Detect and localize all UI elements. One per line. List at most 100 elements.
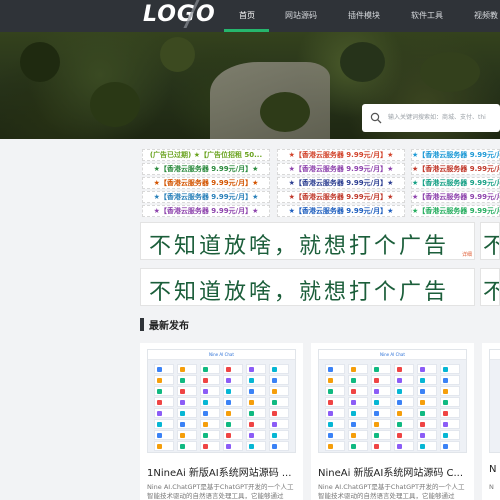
thumb-tile bbox=[177, 364, 197, 374]
thumb-tile bbox=[246, 441, 266, 451]
thumb-tile-icon bbox=[328, 367, 333, 372]
thumb-tile bbox=[394, 408, 414, 418]
nav-plugins[interactable]: 插件模块 bbox=[348, 0, 380, 32]
thumb-tile bbox=[269, 386, 289, 396]
thumb-tile-icon bbox=[328, 389, 333, 394]
thumb-tile-icon bbox=[420, 422, 425, 427]
post-title[interactable]: NineAi 新版AI系统网站源码 C... bbox=[318, 464, 468, 479]
thumb-tile bbox=[371, 375, 391, 385]
text-ad-link[interactable]: ★【香港云服务器 9.99元/月 bbox=[411, 205, 500, 217]
thumb-tile bbox=[246, 375, 266, 385]
thumb-tile-icon bbox=[351, 433, 356, 438]
thumb-tile-icon bbox=[203, 389, 208, 394]
thumb-tile bbox=[269, 441, 289, 451]
thumb-tile bbox=[348, 364, 368, 374]
thumb-tile-icon bbox=[203, 400, 208, 405]
thumb-tile-icon bbox=[420, 433, 425, 438]
search-icon[interactable] bbox=[370, 112, 382, 124]
thumb-tile-icon bbox=[420, 400, 425, 405]
text-ad-link[interactable]: ★【香港云服务器 9.99元/月】★ bbox=[277, 205, 405, 217]
thumb-tile-icon bbox=[203, 433, 208, 438]
thumb-tile bbox=[417, 397, 437, 407]
thumb-tile bbox=[269, 408, 289, 418]
thumb-tile bbox=[223, 408, 243, 418]
site-logo[interactable]: LOGO bbox=[143, 2, 216, 27]
banner-ad-tag[interactable]: 详细 bbox=[462, 251, 472, 258]
thumb-tile-icon bbox=[157, 367, 162, 372]
thumb-tile bbox=[325, 441, 345, 451]
search-box[interactable]: 输入关键词搜索如：商城、支付、thi bbox=[362, 104, 500, 132]
thumb-tile-icon bbox=[420, 411, 425, 416]
thumb-tile-icon bbox=[249, 411, 254, 416]
text-ad-link[interactable]: ★【香港云服务器 9.99元/月】★ bbox=[277, 149, 405, 161]
thumb-tile-icon bbox=[226, 433, 231, 438]
thumb-tile bbox=[177, 386, 197, 396]
text-ad-link[interactable]: ★【香港云服务器 9.99元/月】★ bbox=[142, 191, 270, 203]
post-thumbnail[interactable]: Nine AI Chat bbox=[318, 349, 467, 453]
text-ad-link[interactable]: ★【香港云服务器 9.99元/月】★ bbox=[277, 191, 405, 203]
thumb-tile-icon bbox=[351, 378, 356, 383]
thumb-tile-icon bbox=[157, 444, 162, 449]
thumb-tile bbox=[440, 364, 460, 374]
thumb-tile-icon bbox=[249, 378, 254, 383]
thumb-tile bbox=[325, 386, 345, 396]
nav-source-code[interactable]: 网站源码 bbox=[285, 0, 317, 32]
thumb-tile-icon bbox=[374, 433, 379, 438]
thumb-tile bbox=[200, 397, 220, 407]
text-ad-link[interactable]: ★【香港云服务器 9.99元/月】★ bbox=[277, 163, 405, 175]
thumb-tile-icon bbox=[180, 400, 185, 405]
thumb-tile bbox=[269, 430, 289, 440]
post-card[interactable]: Nine AI Chat NineAi 新版AI系统网站源码 C... Nine… bbox=[311, 343, 474, 500]
post-title[interactable]: 1NineAi 新版AI系统网站源码 ... bbox=[147, 464, 297, 479]
thumb-tile bbox=[394, 441, 414, 451]
banner-ad-edge[interactable]: 不 bbox=[480, 222, 500, 260]
banner-ad-edge[interactable]: 不 bbox=[480, 268, 500, 306]
thumb-header bbox=[490, 350, 500, 360]
thumb-tile bbox=[325, 408, 345, 418]
thumb-tile-icon bbox=[272, 433, 277, 438]
text-ad-link[interactable]: ★【香港云服务器 9.99元/月】★ bbox=[142, 177, 270, 189]
thumb-tile-icon bbox=[420, 444, 425, 449]
post-thumbnail[interactable]: Nine AI Chat bbox=[147, 349, 296, 453]
thumb-tile-icon bbox=[272, 411, 277, 416]
nav-home[interactable]: 首页 bbox=[239, 0, 255, 32]
banner-ad-2[interactable]: 不知道放啥，就想打个广告 bbox=[140, 268, 475, 306]
thumb-header-title: Nine AI Chat bbox=[209, 352, 234, 357]
search-input[interactable]: 输入关键词搜索如：商城、支付、thi bbox=[388, 104, 498, 132]
thumb-tile bbox=[246, 386, 266, 396]
thumb-tile-icon bbox=[397, 400, 402, 405]
thumb-tile bbox=[348, 375, 368, 385]
text-ad-link[interactable]: ★【香港云服务器 9.99元/月】★ bbox=[142, 163, 270, 175]
text-ad-link[interactable]: ★【香港云服务器 9.99元/月】★ bbox=[142, 205, 270, 217]
text-ad-link[interactable]: ★【香港云服务器 9.99元/月】★ bbox=[277, 177, 405, 189]
nav-software-tools[interactable]: 软件工具 bbox=[411, 0, 443, 32]
thumb-tile-icon bbox=[374, 422, 379, 427]
thumb-tile bbox=[417, 419, 437, 429]
nav-video-tutorials[interactable]: 视频教程 bbox=[474, 0, 500, 52]
text-ad-link[interactable]: ★【香港云服务器 9.99元/月 bbox=[411, 163, 500, 175]
post-card[interactable]: Nine AI Chat 1NineAi 新版AI系统网站源码 ... Nine… bbox=[140, 343, 303, 500]
banner-ad-edge-text: 不 bbox=[483, 274, 499, 305]
thumb-tile bbox=[223, 430, 243, 440]
thumb-tile bbox=[200, 441, 220, 451]
post-card[interactable]: N N bbox=[482, 343, 500, 500]
thumb-tile bbox=[325, 364, 345, 374]
thumb-tile bbox=[371, 419, 391, 429]
thumb-tile bbox=[154, 408, 174, 418]
banner-foliage bbox=[260, 92, 310, 132]
thumb-tile-icon bbox=[374, 389, 379, 394]
thumb-tile bbox=[177, 408, 197, 418]
thumb-header: Nine AI Chat bbox=[319, 350, 466, 360]
post-thumbnail[interactable] bbox=[489, 349, 500, 453]
text-ad-link[interactable]: ★【香港云服务器 9.99元/月 bbox=[411, 191, 500, 203]
text-ad-link[interactable]: (广告已过期) ★【广告位招租 50... bbox=[142, 149, 270, 161]
thumb-tile bbox=[154, 386, 174, 396]
thumb-tile bbox=[325, 375, 345, 385]
text-ad-link[interactable]: ★【香港云服务器 9.99元/月 bbox=[411, 177, 500, 189]
thumb-tile bbox=[440, 375, 460, 385]
thumb-tile bbox=[394, 430, 414, 440]
post-title[interactable]: N bbox=[489, 464, 500, 475]
banner-ad-1[interactable]: 不知道放啥，就想打个广告 详细 bbox=[140, 222, 475, 260]
thumb-header: Nine AI Chat bbox=[148, 350, 295, 360]
text-ad-link[interactable]: ★【香港云服务器 9.99元/月 bbox=[411, 149, 500, 161]
